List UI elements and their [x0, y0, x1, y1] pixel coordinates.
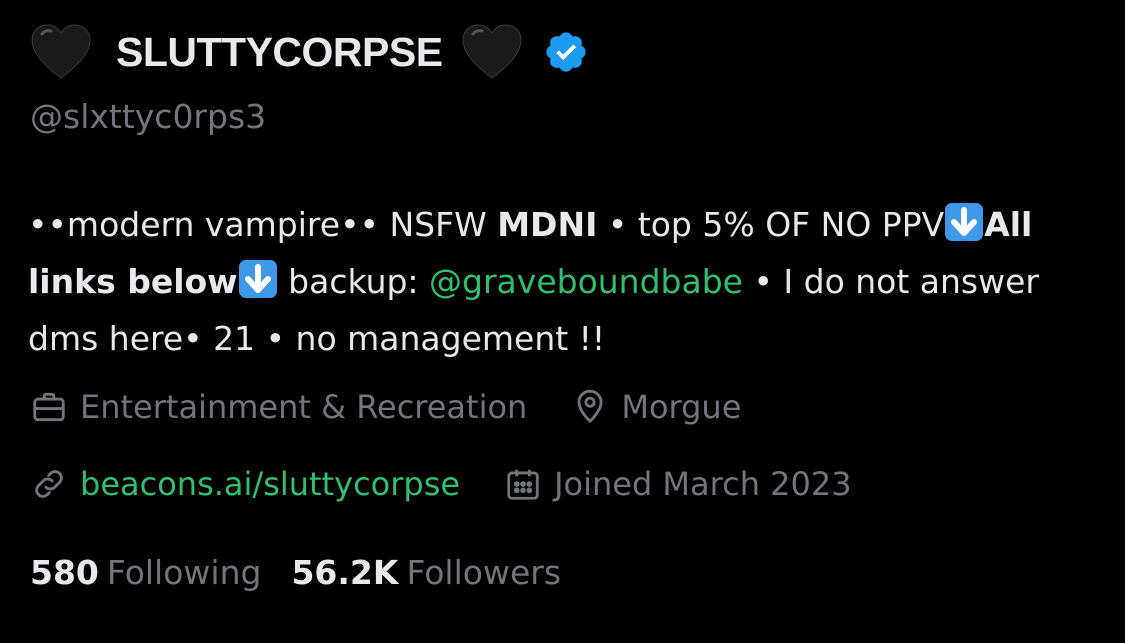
profile-meta-row: Entertainment & Recreation Morgue	[30, 388, 785, 426]
briefcase-icon	[33, 392, 65, 422]
profile-handle: @slxttyc0rps3	[30, 97, 267, 136]
location-item: Morgue	[571, 388, 741, 426]
bio-text: • top 5% OF NO PPV	[597, 205, 945, 244]
category-item: Entertainment & Recreation	[30, 388, 527, 426]
display-name: SLUTTYCORPSE	[116, 28, 443, 75]
location-label: Morgue	[621, 388, 742, 426]
profile-meta-row: beacons.ai/sluttycorpse Joined March 202…	[30, 465, 896, 503]
bio-mention-link[interactable]: @graveboundbabe	[429, 262, 743, 301]
verified-badge-icon[interactable]	[543, 29, 589, 75]
followers-count: 56.2K	[291, 553, 399, 592]
following-count: 580	[30, 553, 99, 592]
following-label: Following	[106, 553, 262, 592]
down-arrow-emoji-icon	[238, 260, 277, 298]
bio-bold-text: MDNI	[497, 205, 598, 244]
black-heart-icon	[462, 24, 522, 79]
black-heart-icon	[31, 24, 91, 79]
bio-text: ••modern vampire•• NSFW	[28, 205, 498, 244]
joined-label: Joined March 2023	[554, 465, 852, 503]
name-row: SLUTTYCORPSE	[30, 14, 589, 90]
link-icon	[35, 470, 63, 498]
profile-bio: ••modern vampire•• NSFW MDNI • top 5% OF…	[28, 196, 1108, 367]
following-stat[interactable]: 580 Following	[30, 553, 261, 592]
category-label: Entertainment & Recreation	[80, 388, 528, 426]
calendar-icon	[507, 469, 539, 500]
down-arrow-emoji-icon	[945, 203, 984, 241]
website-link[interactable]: beacons.ai/sluttycorpse	[80, 465, 460, 503]
bio-text: backup:	[277, 262, 430, 301]
website-item[interactable]: beacons.ai/sluttycorpse	[30, 465, 460, 503]
joined-item: Joined March 2023	[504, 465, 852, 503]
location-pin-icon	[577, 389, 603, 424]
followers-stat[interactable]: 56.2K Followers	[291, 553, 561, 592]
followers-label: Followers	[406, 553, 562, 592]
profile-stats: 580 Following 56.2K Followers	[30, 553, 591, 592]
